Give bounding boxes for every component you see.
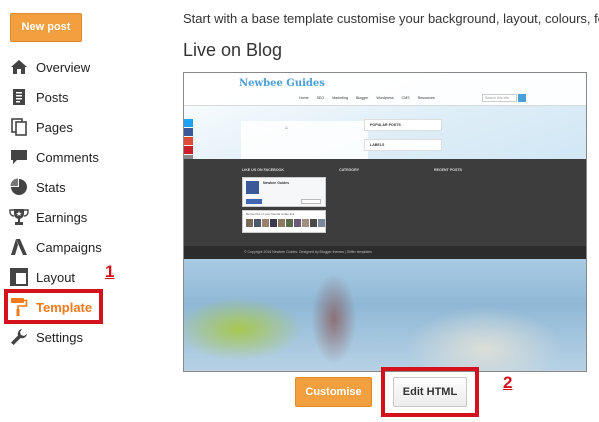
sidebar-item-label: Earnings (36, 209, 88, 225)
annotation-number-2: 2 (503, 373, 513, 392)
preview-facebook-widget: Newbee Guides (242, 177, 326, 207)
preview-nav-item: Marketing (332, 96, 348, 100)
sidebar-item-comments[interactable]: Comments (9, 145, 159, 169)
facebook-like-button (246, 199, 262, 204)
facebook-page-avatar (246, 181, 259, 194)
preview-nav-item: Resources (417, 96, 435, 100)
sidebar-item-layout[interactable]: Layout (9, 265, 159, 289)
twitter-icon (184, 119, 193, 127)
sidebar-item-label: Campaigns (36, 239, 102, 255)
sidebar-item-label: Pages (36, 119, 73, 135)
layout-icon (9, 267, 29, 287)
fan-avatar (246, 219, 253, 227)
preview-footer-title: RECENT POSTS (434, 168, 462, 172)
preview-header: Newbee Guides Home SEO Marketing Blogger… (184, 73, 586, 106)
trophy-icon (9, 207, 29, 227)
preview-footer-title: LIKE US ON FACEBOOK (242, 168, 284, 172)
stats-icon (9, 177, 29, 197)
fan-avatar (318, 219, 325, 227)
wrench-icon (9, 327, 29, 347)
sidebar-item-pages[interactable]: Pages (9, 115, 159, 139)
sidebar-item-earnings[interactable]: Earnings (9, 205, 159, 229)
campaigns-icon (9, 237, 29, 257)
sidebar-item-label: Overview (36, 59, 91, 75)
preview-widget: LABELS (364, 139, 442, 151)
fan-avatar (278, 219, 285, 227)
facebook-share-button (301, 199, 321, 204)
fan-avatar (310, 219, 317, 227)
home-icon: ⌂ (285, 125, 289, 131)
preview-nav: Home SEO Marketing Blogger Wordpress CMS… (299, 96, 435, 100)
facebook-icon (184, 128, 193, 136)
fans-text: Be the first of your friends to like thi… (246, 212, 295, 216)
preview-nav-item: CMS (401, 96, 410, 100)
sidebar-item-label: Stats (36, 179, 66, 195)
posts-icon (9, 87, 29, 107)
comments-icon (9, 147, 29, 167)
fan-avatar (254, 219, 261, 227)
preview-search-input: Search this site (482, 94, 517, 102)
template-highlight-box (4, 289, 103, 324)
sidebar-item-label: Posts (36, 89, 69, 105)
sidebar-item-settings[interactable]: Settings (9, 325, 159, 349)
preview-search-button (518, 94, 526, 102)
sidebar-item-overview[interactable]: Overview (9, 55, 159, 79)
fan-avatar (262, 219, 269, 227)
new-post-button[interactable]: New post (10, 13, 82, 42)
sidebar-item-campaigns[interactable]: Campaigns (9, 235, 159, 259)
fan-avatar (286, 219, 293, 227)
annotation-number-1: 1 (105, 262, 115, 281)
preview-background-photo (184, 259, 586, 371)
sidebar-item-label: Settings (36, 329, 83, 345)
customise-button[interactable]: Customise (295, 377, 372, 407)
sidebar-item-posts[interactable]: Posts (9, 85, 159, 109)
preview-nav-item: Home (299, 96, 309, 100)
home-icon (9, 57, 29, 77)
sidebar-item-label: Layout (36, 269, 76, 285)
preview-nav-item: Blogger (355, 96, 369, 100)
preview-nav-item: Wordpress (376, 96, 394, 100)
preview-copyright-text: © Copyright 2016 Newbee Guides. Designed… (244, 250, 372, 254)
preview-fans-widget: Be the first of your friends to like thi… (242, 210, 326, 233)
google-plus-icon (184, 137, 193, 145)
preview-widget: POPULAR POSTS (364, 119, 442, 131)
pages-icon (9, 117, 29, 137)
preview-site-title: Newbee Guides (239, 78, 325, 89)
sidebar: New post Overview Posts Pages Comments S… (0, 0, 170, 422)
preview-footer-title: CATEGORY (339, 168, 359, 172)
preview-content-area (241, 121, 368, 163)
pinterest-icon (184, 146, 193, 154)
fan-avatar (302, 219, 309, 227)
live-on-blog-heading: Live on Blog (183, 40, 283, 60)
fan-avatar (270, 219, 277, 227)
sidebar-item-stats[interactable]: Stats (9, 175, 159, 199)
preview-nav-item: SEO (316, 96, 325, 100)
facebook-page-name: Newbee Guides (263, 181, 290, 185)
template-intro-text: Start with a base template customise you… (183, 11, 599, 26)
fan-avatar (294, 219, 301, 227)
blog-preview[interactable]: Newbee Guides Home SEO Marketing Blogger… (183, 72, 587, 372)
edit-html-button[interactable]: Edit HTML (393, 377, 467, 407)
preview-copyright-bar: © Copyright 2016 Newbee Guides. Designed… (184, 246, 586, 259)
sidebar-item-label: Comments (36, 149, 99, 165)
